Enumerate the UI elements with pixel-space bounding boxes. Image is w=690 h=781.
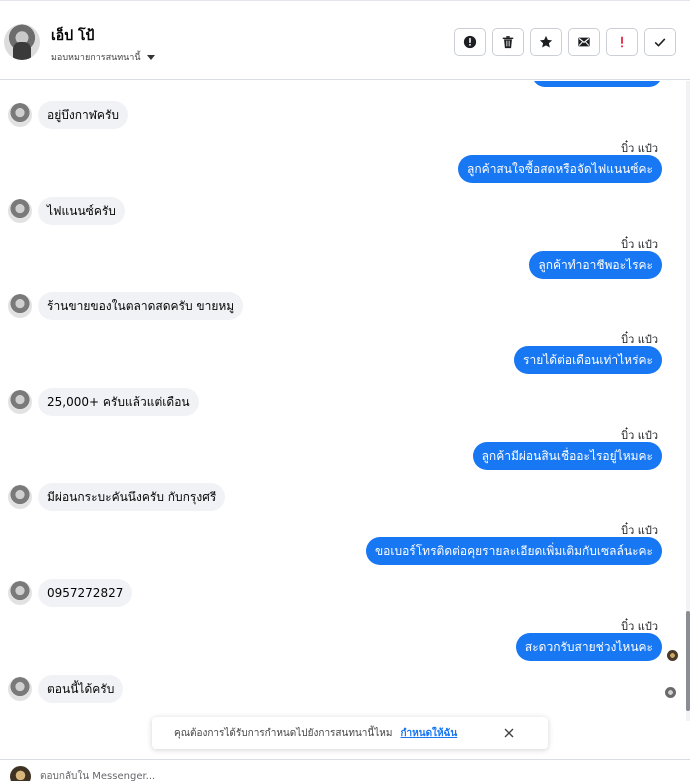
exclamation-icon	[621, 36, 623, 48]
mail-open-icon	[578, 37, 590, 47]
contact-avatar-small[interactable]	[8, 199, 32, 223]
message-bubble[interactable]: มีผ่อนกระบะคันนึงครับ กับกรุงศรี	[38, 483, 226, 511]
message-thread[interactable]: อยู่บึงกาฬครับ บิ๋ว แป๋ว ลูกค้าสนใจซื้อส…	[0, 81, 686, 721]
close-icon[interactable]	[502, 726, 516, 740]
assign-conversation-dropdown[interactable]: มอบหมายการสนทนานี้	[51, 50, 155, 64]
trash-icon	[502, 36, 514, 49]
conversation-toolbar	[454, 28, 676, 56]
reply-composer[interactable]: ตอบกลับใน Messenger...	[0, 759, 690, 781]
reply-input[interactable]: ตอบกลับใน Messenger...	[40, 769, 155, 781]
inbox-conversation-view: เอ็ป โป้ มอบหมายการสนทนานี้ อยู่บึงกาฬคร…	[0, 0, 690, 781]
message-bubble[interactable]: 25,000+ ครับแล้วแต่เดือน	[38, 388, 199, 416]
mark-unread-button[interactable]	[568, 28, 600, 56]
check-icon	[654, 38, 666, 47]
mark-spam-button[interactable]	[454, 28, 486, 56]
message-bubble[interactable]: ลูกค้าสนใจซื้อสดหรือจัดไฟแนนซ์คะ	[458, 155, 662, 183]
assign-to-me-link[interactable]: กำหนดให้ฉัน	[400, 726, 457, 741]
page-avatar	[10, 766, 31, 781]
follow-up-button[interactable]	[606, 28, 638, 56]
conversation-header: เอ็ป โป้ มอบหมายการสนทนานี้	[0, 5, 690, 80]
message-bubble[interactable]: ร้านขายของในตลาดสดครับ ขายหมู	[38, 292, 244, 320]
contact-avatar-small[interactable]	[8, 390, 32, 414]
mark-done-button[interactable]	[644, 28, 676, 56]
alert-circle-icon	[463, 35, 477, 49]
message-bubble[interactable]: ไฟแนนซ์ครับ	[38, 197, 125, 225]
contact-name[interactable]: เอ็ป โป้	[51, 25, 94, 47]
star-button[interactable]	[530, 28, 562, 56]
contact-avatar-small[interactable]	[8, 581, 32, 605]
star-icon	[539, 35, 553, 48]
message-bubble[interactable]: สะดวกรับสายช่วงไหนคะ	[515, 633, 662, 661]
scrollbar-thumb[interactable]	[686, 611, 690, 711]
seen-receipt-avatar	[667, 650, 678, 661]
contact-avatar-small[interactable]	[8, 485, 32, 509]
message-bubble[interactable]: ลูกค้าทำอาชีพอะไรคะ	[529, 251, 662, 279]
delete-button[interactable]	[492, 28, 524, 56]
contact-avatar-small[interactable]	[8, 103, 32, 127]
message-bubble[interactable]: ขอเบอร์โทรติดต่อคุยรายละเอียดเพิ่มเติมกั…	[365, 537, 662, 565]
caret-down-icon	[146, 54, 155, 60]
assign-label: มอบหมายการสนทนานี้	[51, 53, 141, 63]
message-bubble[interactable]: อยู่บึงกาฬครับ	[38, 101, 129, 129]
message-bubble[interactable]: ลูกค้ามีผ่อนสินเชื่ออะไรอยู่ไหมคะ	[472, 442, 662, 470]
seen-receipt-avatar	[665, 687, 676, 698]
thread-scrollbar[interactable]	[686, 81, 690, 721]
contact-avatar[interactable]	[4, 24, 40, 60]
message-bubble[interactable]	[532, 81, 662, 87]
contact-avatar-small[interactable]	[8, 294, 32, 318]
assignment-prompt: คุณต้องการได้รับการกำหนดไปยังการสนทนานี้…	[152, 717, 548, 749]
message-bubble[interactable]: รายได้ต่อเดือนเท่าไหร่คะ	[514, 346, 662, 374]
assignment-prompt-text: คุณต้องการได้รับการกำหนดไปยังการสนทนานี้…	[174, 727, 393, 739]
message-bubble[interactable]: 0957272827	[38, 579, 133, 607]
contact-avatar-small[interactable]	[8, 677, 32, 701]
message-bubble[interactable]: ตอนนี้ได้ครับ	[38, 675, 124, 703]
